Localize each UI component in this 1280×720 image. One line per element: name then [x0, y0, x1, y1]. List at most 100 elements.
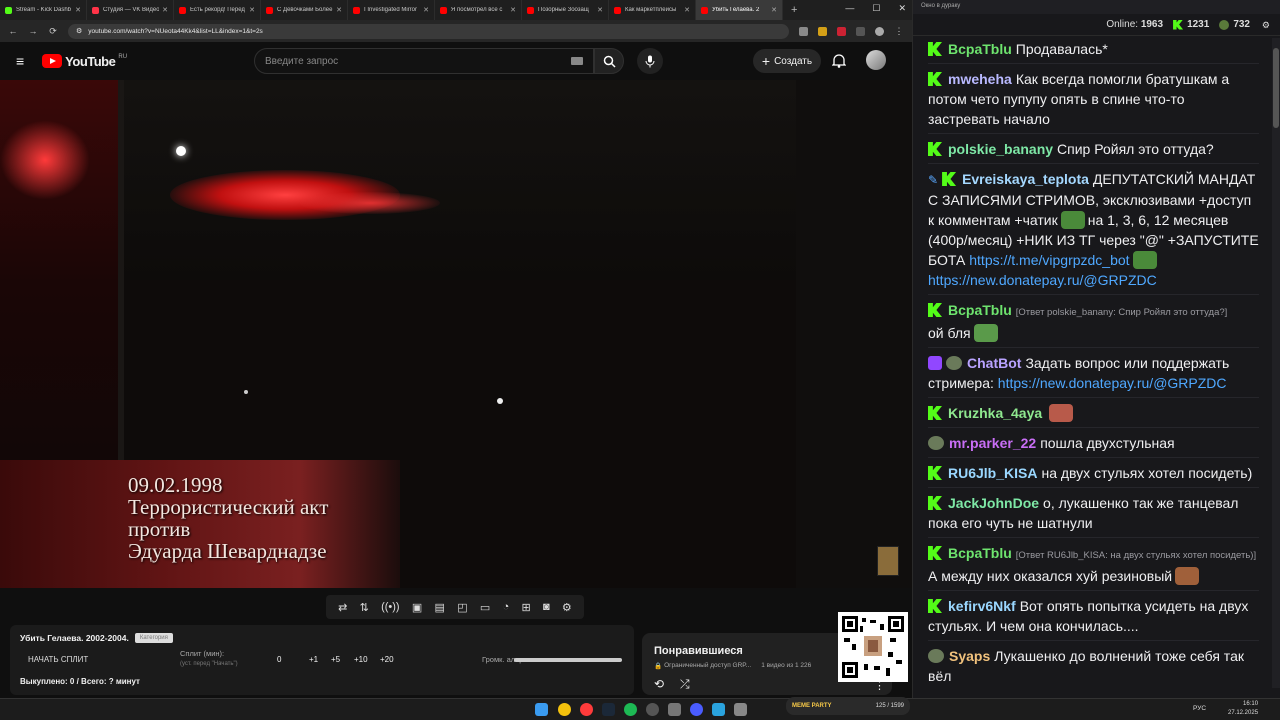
chat-username[interactable]: JackJohnDoe — [948, 495, 1039, 511]
reload-icon[interactable]: ⟳ — [48, 26, 58, 37]
extension-icon[interactable] — [837, 26, 846, 36]
watch-later-icon[interactable]: ▣ — [412, 601, 422, 614]
tab-close-icon[interactable]: ✕ — [684, 6, 690, 14]
meme-widget[interactable]: MEME PARTY 125 / 1599 — [786, 697, 910, 715]
increment-button[interactable]: +10 — [354, 655, 368, 664]
maximize-icon[interactable]: ☐ — [872, 3, 880, 14]
chat-username[interactable]: BcpaTblu — [948, 545, 1012, 561]
increment-button[interactable]: +20 — [380, 655, 394, 664]
url-field[interactable]: ⚙ youtube.com/watch?v=NUeota44Kk4&list=L… — [68, 23, 789, 39]
forward-icon[interactable]: → — [28, 26, 38, 36]
tab-close-icon[interactable]: ✕ — [510, 6, 516, 14]
film-icon[interactable]: ▤ — [435, 601, 445, 614]
telegram-icon[interactable] — [712, 703, 725, 716]
site-info-icon[interactable]: ⚙ — [76, 27, 82, 35]
tab-close-icon[interactable]: ✕ — [771, 6, 777, 14]
app-icon[interactable] — [734, 703, 747, 716]
extension-icon[interactable] — [799, 26, 808, 36]
add-icon[interactable]: ⊞ — [521, 601, 530, 614]
app-icon[interactable] — [580, 703, 593, 716]
shuffle-icon[interactable]: ⤮ — [680, 677, 690, 692]
tab-close-icon[interactable]: ✕ — [597, 6, 603, 14]
profile-icon[interactable] — [875, 26, 884, 36]
tab-close-icon[interactable]: ✕ — [162, 6, 168, 14]
spotify-icon[interactable] — [624, 703, 637, 716]
chat-scrollbar[interactable] — [1272, 38, 1280, 688]
tab-title: Есть рекорд! Перед — [190, 7, 245, 13]
chat-link[interactable]: https://t.me/vipgrpzdc_bot — [969, 252, 1129, 268]
tab-close-icon[interactable]: ✕ — [75, 6, 81, 14]
browser-tab[interactable]: Убить Гелаева. 2 ✕ — [696, 0, 783, 20]
clock[interactable]: 16:10 27.12.2025 — [1228, 700, 1258, 718]
tab-close-icon[interactable]: ✕ — [336, 6, 342, 14]
youtube-logo[interactable]: YouTube RU — [42, 54, 127, 69]
chat-username[interactable]: mr.parker_22 — [949, 435, 1036, 451]
tab-title: Как маркетплейсы — [625, 7, 677, 13]
screenshot-icon[interactable]: ◙ — [543, 601, 550, 613]
channel-watermark[interactable] — [877, 546, 899, 576]
video-player[interactable]: 09.02.1998 Террористический акт против Э… — [0, 80, 912, 588]
browser-tab[interactable]: Я посмотрел все с ✕ — [435, 0, 522, 20]
search-button[interactable] — [594, 48, 624, 74]
close-icon[interactable]: ✕ — [898, 3, 906, 14]
chat-username[interactable]: kefirv6Nkf — [948, 598, 1016, 614]
chat-username[interactable]: BcpaTblu — [948, 302, 1012, 318]
create-button[interactable]: + Создать — [753, 49, 821, 73]
chat-link[interactable]: https://new.donatepay.ru/@GRPZDC — [928, 272, 1157, 288]
browser-tab[interactable]: Позорные Зоозащ ✕ — [522, 0, 609, 20]
chat-username[interactable]: mweheha — [948, 71, 1012, 87]
sort-icon[interactable]: ⇅ — [360, 601, 369, 614]
browser-tab[interactable]: Студия — VK Видео ✕ — [87, 0, 174, 20]
volume-slider[interactable] — [514, 658, 622, 662]
increment-button[interactable]: +1 — [309, 655, 318, 664]
title-tag[interactable]: Категория — [134, 633, 173, 643]
subtitles-icon[interactable]: ▭ — [480, 601, 490, 614]
search-placeholder: Введите запрос — [265, 55, 339, 67]
chat-username[interactable]: ChatBot — [967, 355, 1021, 371]
mic-button[interactable] — [637, 48, 663, 74]
playlist-title[interactable]: Понравившиеся — [654, 645, 743, 657]
app-icon[interactable] — [646, 703, 659, 716]
new-tab-button[interactable]: + — [783, 4, 805, 16]
loop-playlist-icon[interactable]: ⟲ — [654, 677, 664, 691]
broadcast-icon[interactable]: ((•)) — [381, 601, 400, 613]
language-indicator[interactable]: РУС — [1193, 705, 1206, 712]
increment-button[interactable]: +5 — [331, 655, 340, 664]
speed-icon[interactable]: ◔ — [503, 601, 510, 613]
browser-tab[interactable]: Stream - Kick Dashb ✕ — [0, 0, 87, 20]
chat-username[interactable]: polskie_banany — [948, 141, 1053, 157]
browser-tab[interactable]: Есть рекорд! Перед ✕ — [174, 0, 261, 20]
app-icon[interactable] — [668, 703, 681, 716]
chrome-icon[interactable] — [558, 703, 571, 716]
back-icon[interactable]: ← — [8, 26, 18, 36]
chat-username[interactable]: RU6Jlb_KISA — [948, 465, 1037, 481]
tab-close-icon[interactable]: ✕ — [249, 6, 255, 14]
chat-username[interactable]: BcpaTblu — [948, 41, 1012, 57]
chat-username[interactable]: Syaps — [949, 648, 990, 664]
browser-tab[interactable]: С Девочками Более ✕ — [261, 0, 348, 20]
loop-icon[interactable]: ⇄ — [338, 601, 347, 614]
media-icon[interactable] — [690, 703, 703, 716]
search-input[interactable]: Введите запрос — [254, 48, 594, 74]
avatar[interactable] — [866, 50, 886, 70]
settings-icon[interactable]: ⚙ — [562, 601, 572, 614]
menu-icon[interactable]: ≡ — [16, 53, 24, 69]
tab-close-icon[interactable]: ✕ — [423, 6, 429, 14]
bell-icon[interactable] — [832, 53, 846, 68]
chat-username[interactable]: Kruzhka_4aya — [948, 405, 1042, 421]
extension-icon[interactable] — [818, 26, 827, 36]
start-split-button[interactable]: НАЧАТЬ СПЛИТ — [28, 655, 88, 664]
minimize-icon[interactable]: — — [845, 3, 854, 14]
settings-icon[interactable]: ⚙ — [1262, 20, 1270, 31]
browser-tab[interactable]: I Investigated Mirror ✕ — [348, 0, 435, 20]
steam-icon[interactable] — [602, 703, 615, 716]
extension-icon[interactable] — [856, 26, 865, 36]
browser-tab[interactable]: Как маркетплейсы ✕ — [609, 0, 696, 20]
pip-icon[interactable]: ◰ — [457, 601, 467, 614]
split-value[interactable]: 0 — [277, 655, 281, 664]
chat-link[interactable]: https://new.donatepay.ru/@GRPZDC — [998, 375, 1227, 391]
menu-icon[interactable]: ⋮ — [894, 26, 904, 37]
chat-username[interactable]: Evreiskaya_teplota — [962, 171, 1089, 187]
keyboard-icon[interactable] — [571, 57, 583, 65]
windows-start-icon[interactable] — [535, 703, 548, 716]
